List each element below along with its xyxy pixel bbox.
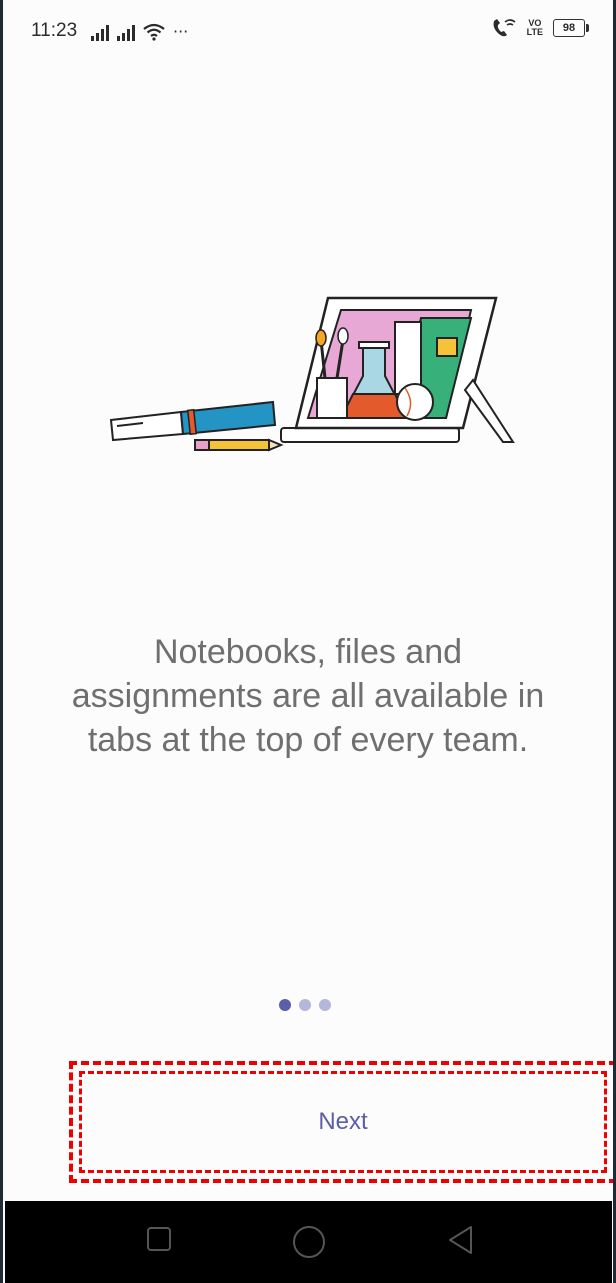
education-illustration	[109, 296, 515, 452]
home-icon[interactable]	[292, 1225, 326, 1259]
status-time: 11:23	[31, 20, 78, 41]
next-button[interactable]: Next	[69, 1061, 613, 1183]
status-left-icons: ···	[91, 22, 188, 41]
pencil-icon	[194, 438, 284, 452]
onboarding-message: Notebooks, files and assignments are all…	[71, 633, 545, 759]
volte-indicator: VO LTE	[527, 19, 543, 37]
volte-bottom-label: LTE	[526, 27, 543, 37]
tablet-icon	[280, 296, 515, 443]
page-dot-active	[279, 999, 291, 1011]
battery-level: 98	[562, 22, 576, 34]
wifi-call-icon	[493, 19, 516, 37]
page-indicator	[279, 999, 331, 1011]
status-right-icons: VO LTE 98	[491, 18, 589, 38]
battery-icon: 98	[553, 19, 589, 37]
onboarding-screen: 11:23 ··· VO LTE 98 Notebooks, files and…	[3, 0, 613, 1283]
next-button-label: Next	[318, 1108, 368, 1135]
back-icon[interactable]	[447, 1225, 475, 1255]
system-nav-bar	[5, 1201, 612, 1283]
signal-icon	[117, 25, 135, 41]
marker-icon	[109, 400, 277, 442]
status-bar: 11:23 ··· VO LTE 98	[3, 0, 613, 64]
page-dot	[299, 999, 311, 1011]
recent-apps-icon[interactable]	[146, 1225, 172, 1253]
wifi-icon	[143, 23, 165, 41]
page-dot	[319, 999, 331, 1011]
more-icon: ···	[173, 22, 189, 41]
signal-icon	[91, 25, 109, 41]
